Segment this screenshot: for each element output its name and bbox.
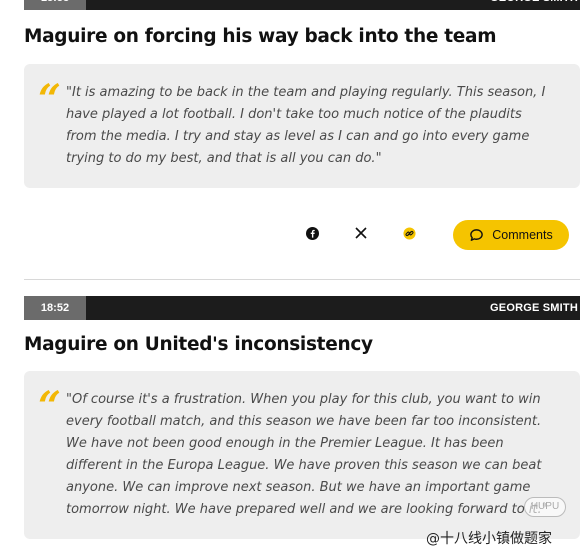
entry-author: GEORGE SMITH [490, 0, 578, 10]
entry-author: GEORGE SMITH [490, 302, 578, 314]
entry-time: 18:53 [24, 0, 86, 10]
entry-header-bar: 18:52 GEORGE SMITH [24, 296, 580, 320]
entry-header-bar: 18:53 GEORGE SMITH [24, 0, 580, 10]
divider [24, 279, 580, 280]
entry-headline: Maguire on United's inconsistency [24, 334, 373, 355]
quote-mark-icon: “ [38, 76, 62, 123]
facebook-icon[interactable] [305, 226, 319, 240]
entry-time: 18:52 [24, 296, 86, 320]
comment-bubble-icon [470, 228, 484, 241]
link-icon[interactable] [402, 226, 416, 240]
watermark-text: @十八线小镇做题家 [426, 531, 552, 547]
quote-block: “ "Of course it's a frustration. When yo… [24, 371, 580, 539]
watermark-badge: HUPU [524, 497, 566, 517]
quote-mark-icon: “ [38, 383, 62, 430]
x-icon[interactable] [354, 226, 368, 240]
entry-headline: Maguire on forcing his way back into the… [24, 26, 497, 47]
comments-button[interactable]: Comments [453, 220, 569, 250]
quote-text: "It is amazing to be back in the team an… [66, 85, 546, 166]
quote-text: "Of course it's a frustration. When you … [66, 392, 548, 517]
comments-label: Comments [492, 228, 553, 242]
quote-block: “ "It is amazing to be back in the team … [24, 64, 580, 188]
